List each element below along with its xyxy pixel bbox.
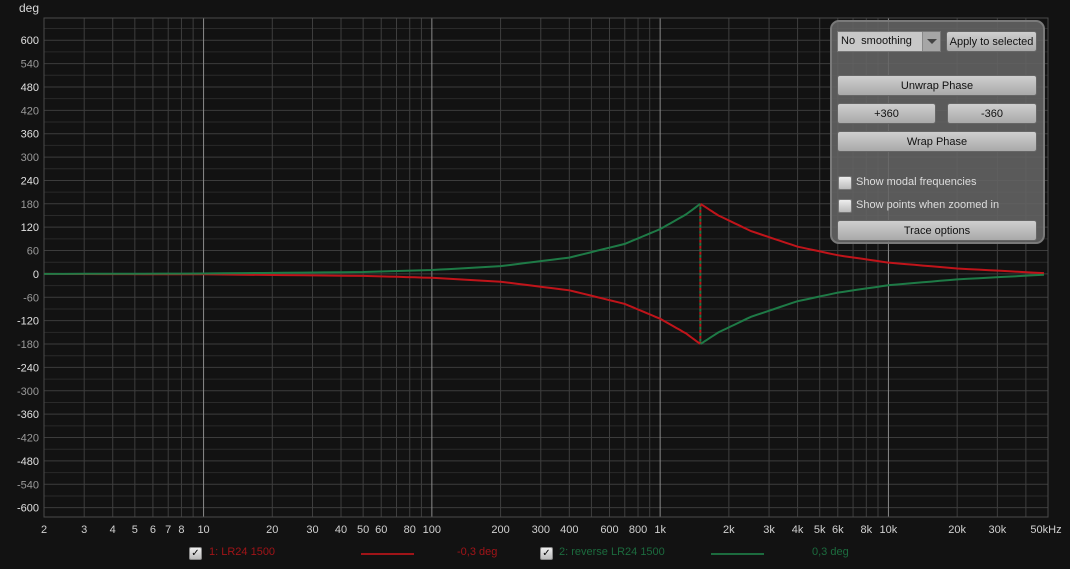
y-tick-label: 0 xyxy=(33,269,39,281)
y-tick-label: -420 xyxy=(17,433,39,445)
x-tick-label: 40 xyxy=(335,524,347,536)
y-tick-label: 360 xyxy=(21,129,39,141)
y-tick-label: -180 xyxy=(17,339,39,351)
y-tick-label: -60 xyxy=(23,292,39,304)
y-tick-label: -120 xyxy=(17,316,39,328)
legend-2-line-swatch xyxy=(711,553,764,555)
legend-1-value: -0,3 deg xyxy=(457,546,498,558)
legend-2-label: 2: reverse LR24 1500 xyxy=(559,546,665,558)
x-tick-label: 10 xyxy=(197,524,209,536)
x-tick-label: 1k xyxy=(654,524,666,536)
unwrap-phase-button[interactable]: Unwrap Phase xyxy=(837,75,1037,96)
y-tick-label: -360 xyxy=(17,409,39,421)
x-tick-label: 8k xyxy=(860,524,872,536)
x-tick-label: 50 xyxy=(357,524,369,536)
show-points-checkbox[interactable] xyxy=(838,199,852,213)
x-tick-label: 20k xyxy=(948,524,966,536)
x-tick-label: 600 xyxy=(600,524,618,536)
x-tick-label: 100 xyxy=(423,524,441,536)
x-tick-label: 50kHz xyxy=(1030,524,1061,536)
y-tick-label: -300 xyxy=(17,386,39,398)
legend-1-line-swatch xyxy=(361,553,414,555)
x-tick-label: 300 xyxy=(532,524,550,536)
minus-360-button[interactable]: -360 xyxy=(947,103,1037,124)
y-tick-label: 180 xyxy=(21,199,39,211)
y-tick-label: -600 xyxy=(17,503,39,515)
x-tick-label: 7 xyxy=(165,524,171,536)
x-tick-label: 30k xyxy=(988,524,1006,536)
x-tick-label: 3 xyxy=(81,524,87,536)
y-tick-label: -540 xyxy=(17,479,39,491)
show-modal-frequencies-checkbox[interactable] xyxy=(838,176,852,190)
x-tick-label: 5k xyxy=(814,524,826,536)
x-tick-label: 4 xyxy=(110,524,116,536)
y-tick-label: 300 xyxy=(21,152,39,164)
legend-2-value: 0,3 deg xyxy=(812,546,849,558)
trace-options-button[interactable]: Trace options xyxy=(837,220,1037,241)
x-tick-label: 8 xyxy=(178,524,184,536)
y-tick-label: 60 xyxy=(27,246,39,258)
legend-1-label: 1: LR24 1500 xyxy=(209,546,276,558)
wrap-phase-button[interactable]: Wrap Phase xyxy=(837,131,1037,152)
y-tick-label: -240 xyxy=(17,362,39,374)
show-points-label: Show points when zoomed in xyxy=(856,199,1000,211)
y-tick-label: 480 xyxy=(21,82,39,94)
y-tick-label: 600 xyxy=(21,35,39,47)
x-tick-label: 80 xyxy=(404,524,416,536)
smoothing-select[interactable]: No smoothing xyxy=(837,31,941,52)
x-tick-label: 3k xyxy=(763,524,775,536)
show-modal-frequencies-label: Show modal frequencies xyxy=(856,176,977,188)
legend-1-checkbox[interactable]: ✓ xyxy=(189,547,202,560)
x-tick-label: 6k xyxy=(832,524,844,536)
y-tick-label: 240 xyxy=(21,175,39,187)
x-tick-label: 800 xyxy=(629,524,647,536)
apply-to-selected-button[interactable]: Apply to selected xyxy=(946,31,1037,52)
legend-2-checkbox[interactable]: ✓ xyxy=(540,547,553,560)
y-axis-label: deg xyxy=(19,1,39,15)
phase-options-panel: No smoothing Apply to selected Unwrap Ph… xyxy=(830,20,1045,244)
x-tick-label: 2 xyxy=(41,524,47,536)
x-tick-label: 20 xyxy=(266,524,278,536)
x-tick-label: 30 xyxy=(306,524,318,536)
smoothing-value: No smoothing xyxy=(841,35,912,47)
x-tick-label: 10k xyxy=(880,524,898,536)
y-tick-label: -480 xyxy=(17,456,39,468)
y-axis-tick-labels: 600540480420360300240180120600-60-120-18… xyxy=(17,35,39,514)
x-tick-label: 6 xyxy=(150,524,156,536)
y-tick-label: 540 xyxy=(21,59,39,71)
x-tick-label: 5 xyxy=(132,524,138,536)
plus-360-button[interactable]: +360 xyxy=(837,103,936,124)
x-tick-label: 400 xyxy=(560,524,578,536)
x-tick-label: 60 xyxy=(375,524,387,536)
y-tick-label: 120 xyxy=(21,222,39,234)
x-tick-label: 200 xyxy=(491,524,509,536)
x-tick-label: 4k xyxy=(792,524,804,536)
x-tick-label: 2k xyxy=(723,524,735,536)
y-tick-label: 420 xyxy=(21,105,39,117)
x-axis-tick-labels: 2 3 4 5 6 7 8 10 20 30 40 50 60 80 100 200 300 400 600 800 1… xyxy=(41,524,1062,536)
chevron-down-icon[interactable] xyxy=(922,32,940,51)
